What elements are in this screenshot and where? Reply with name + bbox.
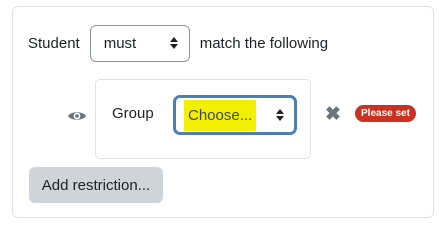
add-restriction-button[interactable]: Add restriction...: [29, 167, 163, 203]
updown-chevron-icon: [169, 37, 178, 49]
group-select-value: Choose...: [184, 99, 257, 131]
restriction-header-row: Student must match the following: [28, 24, 328, 62]
student-label: Student: [28, 34, 80, 52]
updown-chevron-icon: [276, 109, 284, 121]
group-select[interactable]: Choose...: [173, 95, 297, 135]
group-label: Group: [112, 105, 154, 122]
match-following-label: match the following: [199, 34, 329, 52]
must-select-value: must: [103, 34, 137, 52]
eye-icon[interactable]: [67, 107, 87, 125]
restriction-panel: Student must match the following Group C…: [12, 6, 434, 218]
close-icon[interactable]: ✖: [325, 105, 341, 124]
please-set-badge: Please set: [355, 105, 416, 122]
must-select[interactable]: must: [89, 24, 190, 62]
condition-box: Group Choose...: [95, 79, 311, 159]
